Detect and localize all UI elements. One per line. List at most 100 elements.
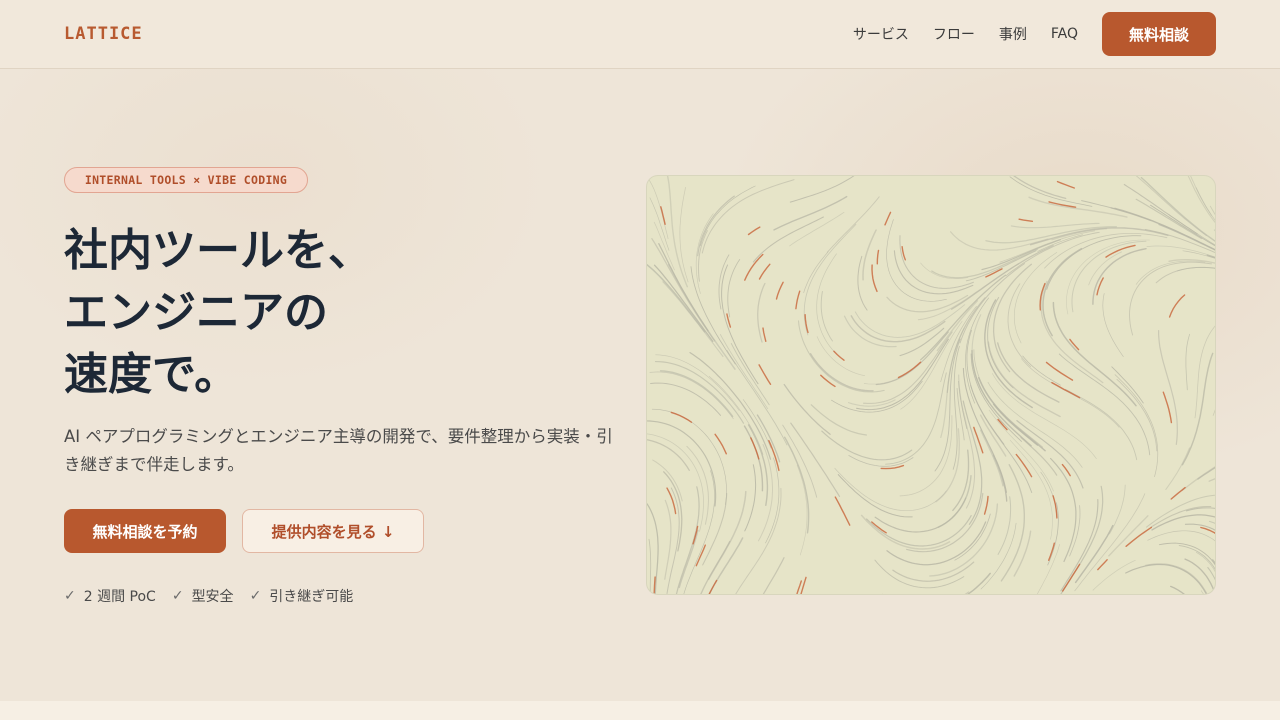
flow-line (952, 449, 970, 512)
flow-line (1007, 283, 1032, 368)
flow-line (1064, 388, 1138, 461)
flow-line (816, 253, 837, 353)
view-services-button[interactable]: 提供内容を見る ↓ (242, 509, 424, 553)
hero-title: 社内ツールを、 エンジニアの 速度で。 (64, 220, 624, 406)
flow-line (790, 422, 841, 498)
flow-accent-line (997, 418, 1008, 431)
check-label: 2 週間 PoC (83, 589, 156, 605)
flow-line (991, 373, 1097, 460)
flow-line (856, 338, 949, 411)
flow-line (1108, 515, 1149, 557)
flow-accent-line (747, 226, 761, 236)
flow-accent-line (758, 364, 772, 385)
flow-line (1208, 478, 1215, 482)
flow-accent-line (1056, 180, 1075, 189)
flow-line (987, 297, 1014, 389)
flow-line (721, 264, 759, 385)
flow-line (1150, 204, 1215, 247)
flow-line (1022, 355, 1061, 386)
flow-line (1213, 229, 1215, 232)
flow-line (848, 455, 914, 467)
flow-line (1074, 524, 1114, 584)
flow-accent-line (1048, 542, 1055, 561)
next-section-edge (0, 701, 1280, 720)
flow-line (773, 195, 848, 231)
flow-line (1165, 447, 1191, 491)
flow-accent-line (834, 496, 851, 526)
flow-line (708, 537, 744, 594)
flow-line (700, 185, 756, 247)
flow-line (1145, 563, 1208, 594)
site-header: LATTICE サービス フロー 事例 FAQ 無料相談 (0, 0, 1280, 69)
flow-line (1102, 293, 1124, 357)
check-item: ✓ 2 週間 PoC (64, 586, 156, 606)
flow-line (1206, 254, 1215, 259)
flow-accent-line (796, 580, 802, 594)
check-label: 引き継ぎ可能 (269, 589, 354, 605)
flow-line (648, 538, 652, 594)
flow-line (997, 496, 1012, 555)
flow-line (874, 497, 967, 533)
flow-line (881, 572, 991, 594)
flow-line (658, 243, 709, 332)
flow-line (810, 404, 868, 436)
flow-line (959, 263, 1025, 344)
flow-line (803, 223, 857, 336)
flow-line (1197, 467, 1215, 480)
flow-line (906, 492, 984, 553)
flow-line (743, 425, 764, 492)
logo[interactable]: LATTICE (64, 24, 143, 44)
flow-line (1181, 352, 1214, 466)
flow-line (1212, 409, 1215, 416)
flow-line (834, 467, 947, 512)
flow-line (726, 349, 788, 446)
flow-line (783, 383, 831, 435)
flow-line (762, 557, 785, 594)
flow-line (1010, 222, 1100, 229)
flow-line (719, 334, 769, 410)
flow-line (1088, 251, 1123, 286)
nav-consult-button[interactable]: 無料相談 (1102, 12, 1216, 56)
flow-line (1040, 471, 1058, 518)
nav-item-flow[interactable]: フロー (933, 24, 975, 44)
flow-line (735, 487, 782, 594)
hero-title-line: 速度で。 (64, 349, 239, 400)
flow-line (980, 522, 1017, 590)
flow-line (1185, 333, 1190, 391)
flow-line (1092, 247, 1147, 305)
check-item: ✓ 引き継ぎ可能 (250, 586, 354, 606)
flow-line (664, 499, 672, 580)
flow-accent-line (762, 327, 767, 342)
flow-line (1194, 325, 1215, 419)
flow-line (789, 176, 855, 203)
flow-accent-line (800, 576, 807, 594)
flow-field-illustration (647, 176, 1215, 594)
flow-line (1184, 558, 1215, 594)
flow-line (1036, 543, 1060, 594)
nav-item-cases[interactable]: 事例 (999, 24, 1027, 44)
flow-accent-line (1162, 391, 1173, 424)
flow-line (747, 424, 769, 507)
hero-visual (646, 175, 1216, 595)
flow-line (1125, 563, 1207, 594)
flow-line (1013, 176, 1067, 200)
flow-line (1155, 266, 1215, 284)
book-consult-button[interactable]: 無料相談を予約 (64, 509, 226, 553)
flow-line (1135, 176, 1207, 237)
flow-line (1123, 183, 1198, 235)
flow-line (663, 471, 683, 552)
flow-accent-line (775, 281, 784, 300)
flow-line (701, 179, 795, 254)
flow-line (857, 255, 868, 311)
flow-line (695, 213, 714, 294)
feature-checks: ✓ 2 週間 PoC ✓ 型安全 ✓ 引き継ぎ可能 (64, 586, 369, 606)
flow-line (997, 342, 1060, 403)
flow-accent-line (1097, 559, 1108, 571)
flow-line (727, 259, 741, 318)
nav-item-faq[interactable]: FAQ (1051, 26, 1078, 42)
nav-item-service[interactable]: サービス (853, 24, 909, 44)
flow-line (659, 370, 734, 418)
flow-line (899, 235, 974, 289)
flow-line (962, 400, 983, 525)
flow-line (1020, 436, 1058, 476)
